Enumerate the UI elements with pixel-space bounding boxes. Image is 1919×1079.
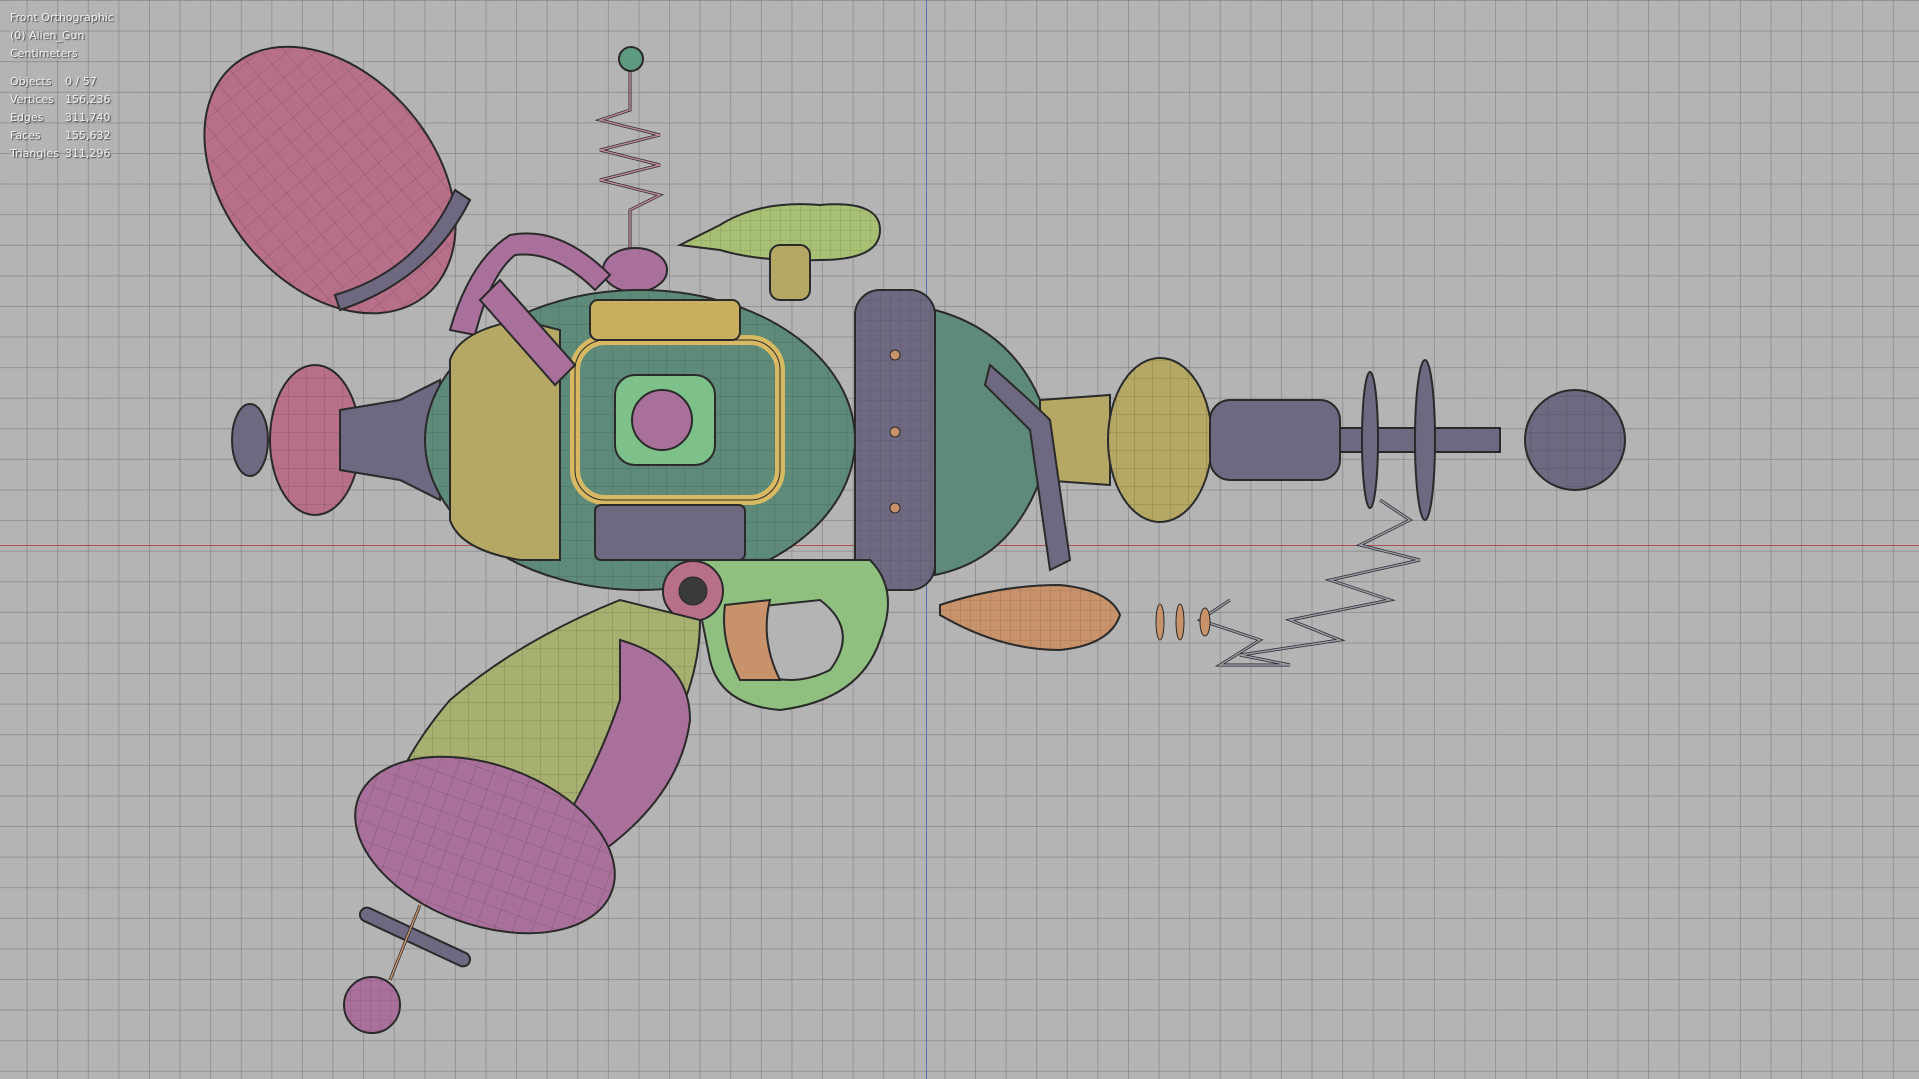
3d-viewport[interactable]: Front Orthographic (0) Alien_Gun Centime… xyxy=(0,0,1919,1079)
top-bulb-part xyxy=(203,45,472,315)
object-name-label: (0) Alien_Gun xyxy=(10,29,85,42)
stat-faces: Faces 155,632 xyxy=(10,129,111,142)
ring-band-part xyxy=(854,289,936,591)
stat-objects: Objects 0 / 57 xyxy=(10,75,97,88)
bottom-handle-part xyxy=(343,904,472,1034)
stat-triangles: Triangles 311,296 xyxy=(10,147,111,160)
nose-part xyxy=(934,308,1213,577)
barrel-part xyxy=(1209,359,1626,521)
stat-vertices: Vertices 156,236 xyxy=(10,93,111,106)
stat-edges: Edges 311,740 xyxy=(10,111,111,124)
scope-part xyxy=(676,203,882,301)
viewport-info-overlay: Front Orthographic (0) Alien_Gun Centime… xyxy=(10,9,114,163)
rear-cap-part xyxy=(231,364,441,516)
antenna-part xyxy=(594,46,668,293)
main-body-part xyxy=(424,278,856,591)
view-name-label: Front Orthographic xyxy=(10,11,114,24)
alien-gun-model[interactable] xyxy=(0,0,1919,1079)
units-label: Centimeters xyxy=(10,47,78,60)
grip-part xyxy=(354,598,702,935)
